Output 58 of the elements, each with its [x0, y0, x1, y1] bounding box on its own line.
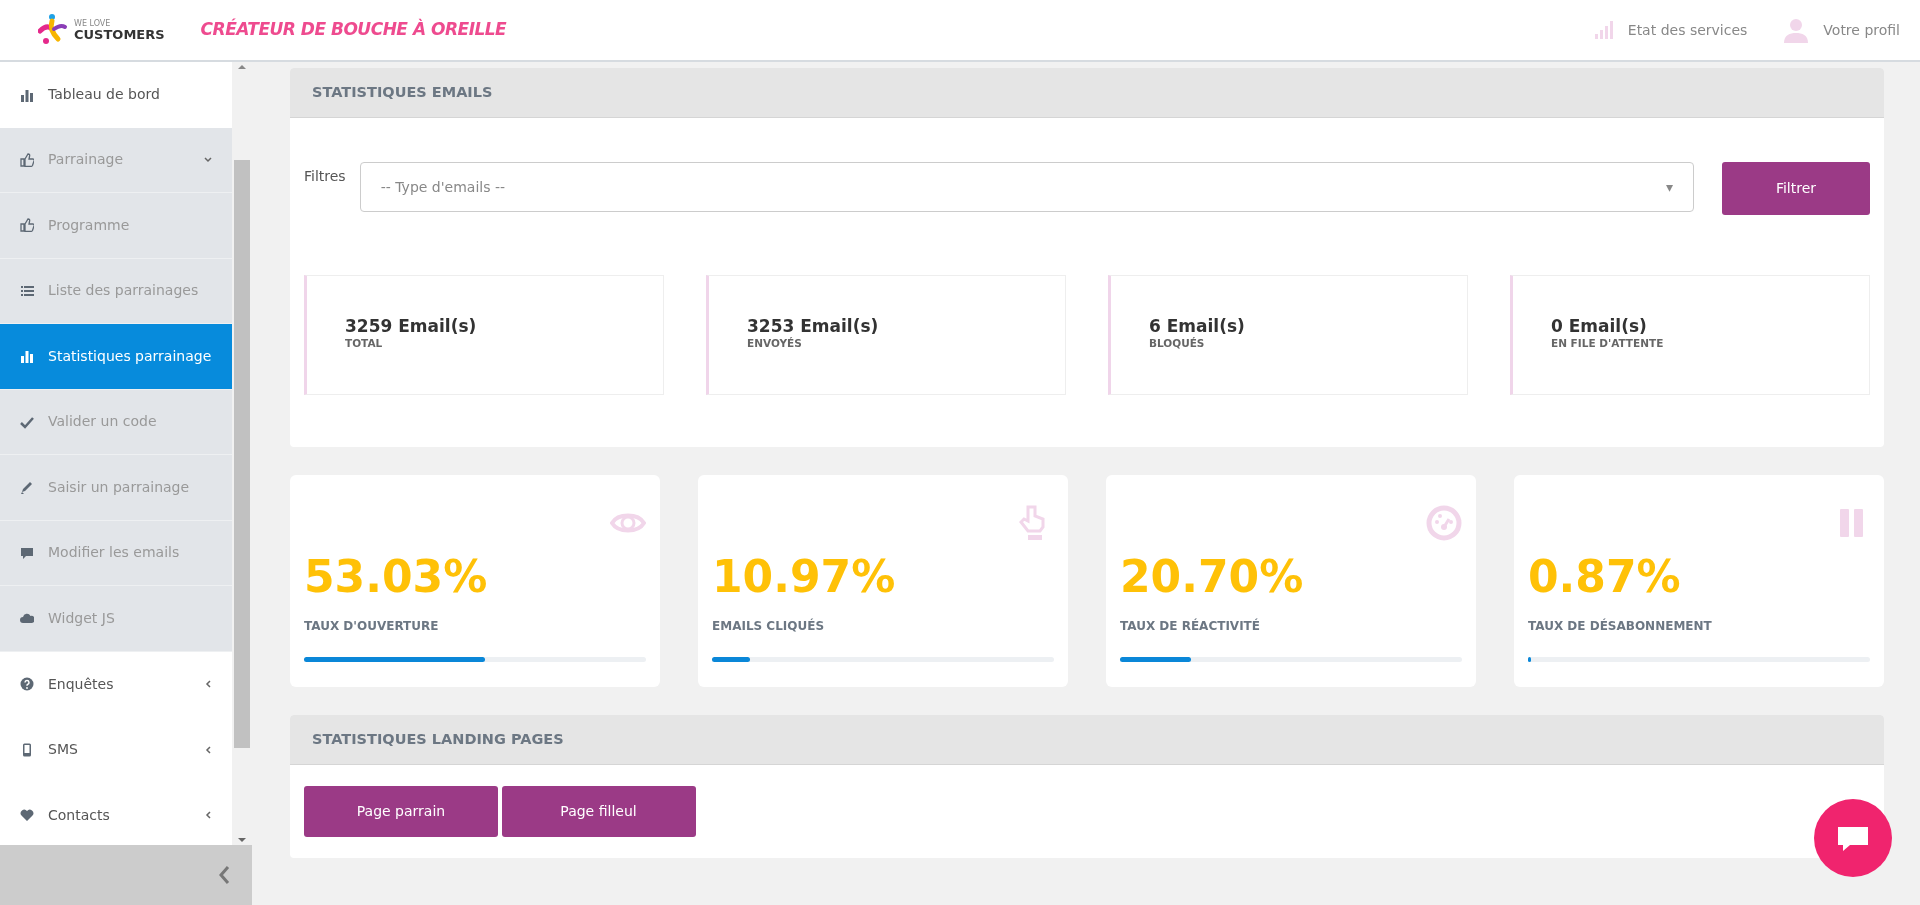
stat-value: 3259 Email(s) [345, 316, 478, 337]
signal-bars-icon [1593, 20, 1614, 40]
filter-label: Filtres [304, 166, 346, 186]
panel-title: STATISTIQUES EMAILS [290, 68, 1884, 118]
metric-label: TAUX DE DÉSABONNEMENT [1528, 617, 1713, 635]
gauge-icon [1426, 505, 1462, 541]
sidebar-item[interactable]: Statistiques parrainage [0, 324, 232, 390]
metric-value: 0.87% [1528, 555, 1682, 599]
cloud-icon [20, 611, 34, 626]
metric-value: 53.03% [304, 555, 489, 599]
chevron-down-icon [204, 155, 212, 164]
chevron-left-icon [204, 811, 212, 820]
chevron-left-icon [204, 745, 212, 754]
sidebar-item[interactable]: Parrainage [0, 127, 232, 193]
tagline: CRÉATEUR DE BOUCHE À OREILLE [200, 17, 507, 42]
metric-label: EMAILS CLIQUÉS [712, 617, 826, 635]
stat-label: EN FILE D'ATTENTE [1551, 336, 1665, 352]
header-link[interactable]: Etat des services [1593, 19, 1748, 41]
stat-label: ENVOYÉS [747, 336, 803, 352]
heart-icon [20, 808, 34, 823]
stat-value: 6 Email(s) [1149, 316, 1246, 337]
logo-text: CUSTOMERS [74, 27, 165, 41]
landing-page-button[interactable]: Page parrain [304, 786, 498, 837]
stat-label: TOTAL [345, 336, 384, 352]
list-icon [20, 283, 34, 298]
sidebar-item[interactable]: Modifier les emails [0, 520, 232, 586]
thumbs-up-icon [20, 152, 34, 167]
stat-label: BLOQUÉS [1149, 336, 1206, 352]
sidebar-item[interactable]: Programme [0, 193, 232, 259]
header-link[interactable]: Votre profil [1783, 17, 1900, 43]
question-icon [20, 677, 34, 692]
speech-bubble-icon [20, 545, 34, 560]
sidebar-item[interactable]: Saisir un parrainage [0, 455, 232, 521]
scrollbar-thumb[interactable] [234, 159, 250, 748]
thumbs-up-icon [20, 218, 34, 233]
pencil-icon [20, 480, 34, 495]
logo-text: WE LOVE [74, 19, 112, 28]
stat-value: 0 Email(s) [1551, 316, 1648, 337]
bar-chart-icon [20, 87, 34, 102]
landing-page-button[interactable]: Page filleul [501, 786, 696, 837]
filter-button[interactable]: Filtrer [1722, 162, 1870, 215]
bar-chart-icon [20, 349, 34, 364]
stat-value: 3253 Email(s) [747, 316, 880, 337]
phone-icon [20, 742, 34, 757]
email-type-select[interactable]: -- Type d'emails -- ▾ [359, 162, 1694, 212]
metric-label: TAUX D'OUVERTURE [304, 618, 440, 635]
dropdown-arrow: ▾ [1665, 177, 1673, 197]
metric-value: 20.70% [1120, 555, 1305, 599]
sidebar-item[interactable]: Widget JS [0, 586, 232, 652]
sidebar-item[interactable]: Valider un code [0, 389, 232, 455]
metric-value: 10.97% [712, 555, 897, 599]
collapse-chevron-icon[interactable] [218, 865, 230, 885]
logo-icon [38, 13, 68, 47]
user-silhouette-icon [1783, 17, 1810, 43]
sidebar-item[interactable]: Liste des parrainages [0, 258, 232, 324]
chevron-left-icon [204, 680, 212, 689]
panel-title: STATISTIQUES LANDING PAGES [290, 715, 1884, 765]
metric-label: TAUX DE RÉACTIVITÉ [1120, 617, 1261, 635]
